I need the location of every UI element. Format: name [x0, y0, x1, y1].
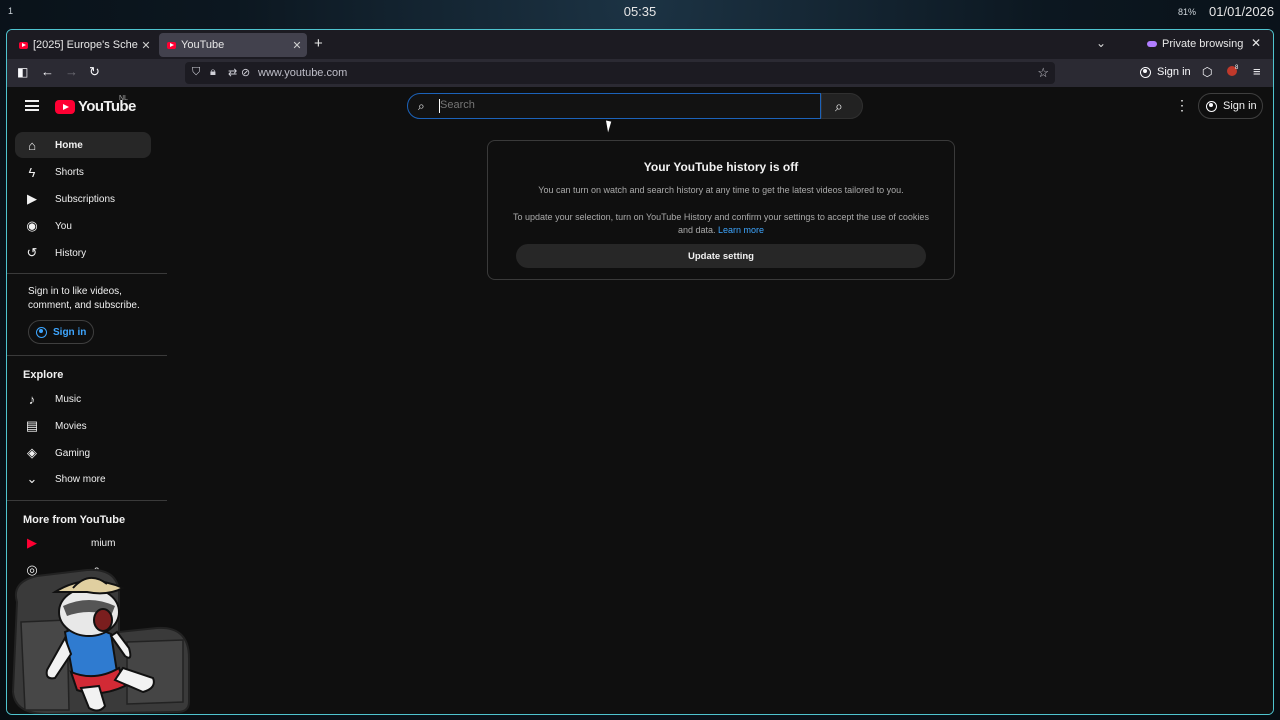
sidebar-item-label: History: [55, 247, 87, 259]
sidebar-item-movies[interactable]: ▤ Movies: [15, 413, 151, 439]
youtube-favicon-icon: [19, 41, 28, 49]
tab-schengen[interactable]: [2025] Europe's Scheng ✕: [11, 33, 156, 57]
settings-kebab-icon[interactable]: ⋮: [1175, 97, 1189, 114]
subscriptions-icon: ▶︎: [27, 191, 37, 206]
learn-more-link[interactable]: Learn more: [718, 225, 764, 235]
tracking-shield-icon[interactable]: ⛉: [192, 66, 200, 79]
youtube-page: YouTube NL ⌕ ⌕ ⋮ Sign in ⌂ Home ϟ Shorts: [7, 87, 1273, 714]
back-arrow-icon[interactable]: ←: [41, 65, 54, 79]
date: 01/01/2026: [1209, 4, 1275, 19]
sidebar-item-label: Show more: [55, 473, 106, 485]
sidebar-divider: [7, 355, 167, 356]
window-close-icon[interactable]: ✕: [1251, 36, 1261, 50]
tab-close-icon[interactable]: ✕: [289, 39, 305, 52]
tab-list-chevron-icon[interactable]: ⌄: [1096, 36, 1106, 50]
home-icon: ⌂: [28, 137, 36, 153]
sidebar-item-gaming[interactable]: ◈ Gaming: [15, 440, 151, 466]
notice-line-1: You can turn on watch and search history…: [538, 185, 904, 195]
shorts-icon: ϟ: [28, 164, 36, 180]
sidebar-item-label: mium: [91, 537, 116, 549]
tab-close-icon[interactable]: ✕: [138, 39, 154, 52]
sidebar-item-shorts[interactable]: ϟ Shorts: [15, 159, 151, 185]
sidebar-item-history[interactable]: ↺ History: [15, 240, 151, 266]
browser-signin-label: Sign in: [1157, 66, 1191, 78]
account-icon: [36, 326, 47, 338]
search-box[interactable]: ⌕: [407, 93, 821, 119]
movies-icon: ▤: [25, 418, 39, 433]
sidebar-item-premium[interactable]: ▶︎ mium: [15, 530, 151, 556]
browser-window: [2025] Europe's Scheng ✕ YouTube ✕ + ⌄ P…: [6, 29, 1274, 715]
signin-label: Sign in: [1223, 100, 1257, 112]
autoplay-blocked-icon[interactable]: ⊘: [241, 66, 250, 79]
sidebar-item-label: Gaming: [55, 447, 91, 459]
private-browsing-label: Private browsing: [1162, 38, 1244, 50]
tab-title: [2025] Europe's Scheng: [33, 39, 138, 51]
clock: 05:35: [623, 4, 657, 19]
youtube-logo[interactable]: YouTube NL: [55, 95, 136, 115]
gaming-icon: ◈: [27, 445, 37, 460]
sidebar-item-you[interactable]: ◉ You: [15, 213, 151, 239]
sidebar-signin-label: Sign in: [53, 326, 87, 338]
sidebar-item-label: Movies: [55, 420, 87, 432]
youtube-favicon-icon: [167, 41, 176, 49]
more-from-youtube-heading: More from YouTube: [23, 514, 126, 526]
chevron-down-icon: ⌄: [26, 471, 38, 486]
extensions-puzzle-icon[interactable]: ⬡: [1202, 65, 1212, 79]
desktop-top-bar: 1 05:35 81% 01/01/2026: [0, 0, 1280, 26]
extension-badge-count: 8: [1235, 65, 1239, 71]
update-setting-button[interactable]: Update setting: [516, 244, 926, 268]
sidebar-item-subscriptions[interactable]: ▶︎ Subscriptions: [15, 186, 151, 212]
sidebar-item-label: Subscriptions: [55, 193, 116, 205]
signin-button[interactable]: Sign in: [1198, 93, 1263, 119]
sidebar-item-label: Music: [55, 393, 82, 405]
sidebar-item-label: Home: [55, 139, 83, 151]
new-tab-plus-icon[interactable]: +: [314, 35, 323, 52]
tab-title: YouTube: [181, 39, 225, 51]
youtube-premium-icon: ▶︎: [27, 535, 37, 550]
guide-menu-icon[interactable]: [25, 100, 39, 111]
explore-heading: Explore: [23, 369, 64, 381]
permissions-icon[interactable]: ⇄: [228, 66, 237, 79]
sidebar-toggle-icon[interactable]: ◧: [17, 65, 28, 79]
account-icon: [1140, 66, 1151, 78]
youtube-play-logo-icon: [55, 99, 75, 114]
browser-account-signin[interactable]: Sign in: [1140, 66, 1191, 78]
navigation-toolbar: ◧ ← → ↻ ⛉ 🔒︎ ⇄ ⊘ www.youtube.com ☆ Sign …: [7, 59, 1273, 87]
search-icon: ⌕: [835, 98, 843, 114]
sidebar-item-label: Shorts: [55, 166, 84, 178]
bookmark-star-icon[interactable]: ☆: [1037, 65, 1049, 81]
history-icon: ↺: [26, 245, 38, 260]
sidebar-item-show-more[interactable]: ⌄ Show more: [15, 466, 151, 492]
app-menu-icon[interactable]: ≡: [1253, 65, 1261, 79]
tab-bar: [2025] Europe's Scheng ✕ YouTube ✕ + ⌄ P…: [7, 30, 1273, 59]
sidebar-divider: [7, 500, 167, 501]
reload-icon[interactable]: ↻: [89, 65, 100, 79]
region-code: NL: [119, 95, 128, 102]
mouse-cursor-icon: [605, 119, 614, 133]
search-input[interactable]: [440, 99, 800, 111]
sidebar-signin-button[interactable]: Sign in: [28, 320, 94, 344]
private-browsing-indicator: Private browsing: [1147, 38, 1243, 50]
sidebar-item-music[interactable]: ♪ Music: [15, 386, 151, 412]
search-button[interactable]: ⌕: [821, 93, 863, 119]
private-mask-icon: [1147, 41, 1157, 47]
signin-prompt: Sign in to like videos, comment, and sub…: [28, 286, 140, 311]
account-icon: [1206, 100, 1217, 112]
search-icon: ⌕: [418, 99, 425, 113]
notice-line-2: To update your selection, turn on YouTub…: [508, 211, 934, 237]
url-text[interactable]: www.youtube.com: [258, 67, 347, 79]
sidebar-item-label: You: [55, 220, 72, 232]
user-icon: ◉: [26, 218, 38, 233]
forward-arrow-icon[interactable]: →: [65, 65, 78, 79]
raccoon-armchair-sticker: [11, 568, 190, 714]
address-bar[interactable]: ⛉ 🔒︎ ⇄ ⊘ www.youtube.com ☆: [185, 62, 1055, 84]
music-icon: ♪: [28, 391, 36, 407]
tab-youtube[interactable]: YouTube ✕: [159, 33, 307, 57]
battery-level: 81%: [1178, 7, 1197, 17]
lock-icon[interactable]: 🔒︎: [210, 66, 216, 79]
notice-title: Your YouTube history is off: [643, 160, 799, 174]
sidebar-divider: [7, 273, 167, 274]
history-off-notice: Your YouTube history is off You can turn…: [487, 140, 955, 280]
sidebar-item-home[interactable]: ⌂ Home: [15, 132, 151, 158]
